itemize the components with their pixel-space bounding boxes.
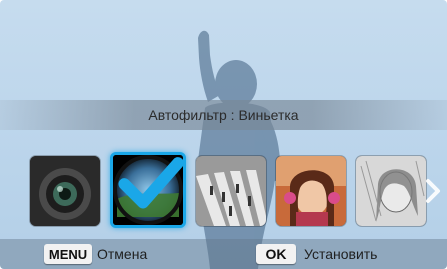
thumbnail-child-portrait[interactable]: [276, 156, 346, 226]
camera-filter-screen: Автофильтр : Виньетка MENU Отмена OK Уст…: [0, 0, 447, 269]
cancel-label[interactable]: Отмена: [97, 246, 147, 262]
thumbnail-vignette[interactable]: [110, 152, 186, 228]
set-label[interactable]: Установить: [304, 246, 377, 262]
filter-thumbnail-strip: [0, 148, 447, 232]
ok-key-badge[interactable]: OK: [256, 244, 296, 264]
scroll-right-arrow-icon[interactable]: [424, 178, 442, 204]
menu-key-badge[interactable]: MENU: [44, 244, 92, 264]
filter-title-bar: Автофильтр : Виньетка: [0, 100, 447, 130]
selected-check-icon: [118, 157, 183, 209]
thumbnail-sketch[interactable]: [356, 156, 426, 226]
thumbnail-lens[interactable]: [30, 156, 100, 226]
thumbnail-crosswalk[interactable]: [196, 156, 266, 226]
filter-title: Автофильтр : Виньетка: [148, 107, 299, 123]
